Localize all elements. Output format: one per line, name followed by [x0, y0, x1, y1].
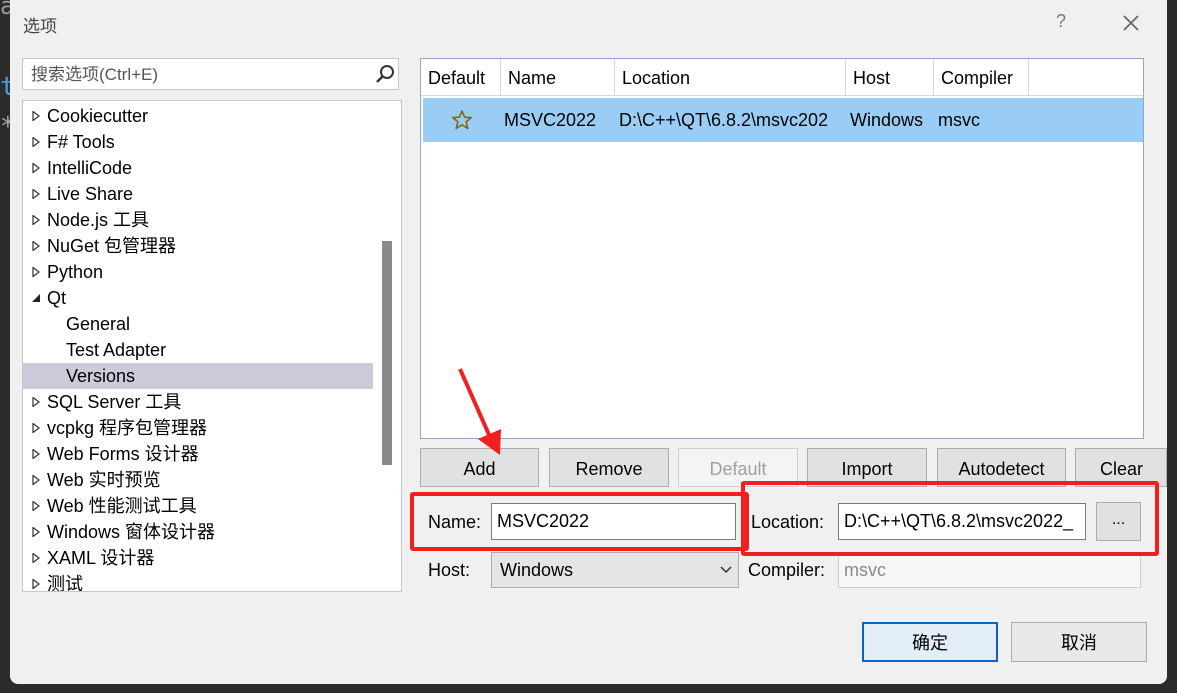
star-icon[interactable]: [451, 109, 473, 131]
cell-host: Windows: [850, 110, 924, 130]
tree-item[interactable]: Versions: [23, 363, 373, 389]
cancel-button[interactable]: 取消: [1011, 622, 1147, 662]
collapsed-arrow-icon[interactable]: [31, 163, 41, 173]
ok-button[interactable]: 确定: [862, 622, 998, 662]
tree-item[interactable]: Windows 窗体设计器: [23, 519, 373, 545]
table-row[interactable]: MSVC2022 D:\C++\QT\6.8.2\msvc202 Windows…: [423, 98, 1143, 142]
collapsed-arrow-icon[interactable]: [31, 189, 41, 199]
tree-item-label: Live Share: [47, 184, 134, 204]
tree-item[interactable]: SQL Server 工具: [23, 389, 373, 415]
tree-item[interactable]: XAML 设计器: [23, 545, 373, 571]
collapsed-arrow-icon[interactable]: [31, 137, 41, 147]
collapsed-arrow-icon[interactable]: [31, 111, 41, 121]
tree-item-label: Windows 窗体设计器: [47, 522, 216, 542]
collapsed-arrow-icon[interactable]: [31, 527, 41, 537]
tree-item[interactable]: Node.js 工具: [23, 207, 373, 233]
tree-item[interactable]: NuGet 包管理器: [23, 233, 373, 259]
help-button[interactable]: ?: [1056, 11, 1066, 32]
tree-item[interactable]: General: [23, 311, 373, 337]
tree-item-label: XAML 设计器: [47, 548, 155, 568]
tree-item-label: NuGet 包管理器: [47, 236, 177, 256]
tree-item[interactable]: Test Adapter: [23, 337, 373, 363]
tree-scrollbar[interactable]: [382, 241, 392, 465]
collapsed-arrow-icon[interactable]: [31, 449, 41, 459]
remove-button[interactable]: Remove: [549, 448, 669, 487]
options-tree: Cookiecutter F# Tools IntelliCode Live Shar…: [22, 100, 402, 592]
tree-item-label: SQL Server 工具: [47, 392, 182, 412]
tree-item-label: Web 性能测试工具: [47, 496, 197, 516]
column-header-host[interactable]: Host: [846, 59, 934, 96]
collapsed-arrow-icon[interactable]: [31, 215, 41, 225]
tree-item-label: F# Tools: [47, 132, 115, 152]
tree-item-label: Node.js 工具: [47, 210, 150, 230]
versions-table: Default Name Location Host Compiler MSVC…: [420, 58, 1144, 439]
tree-item-label: Qt: [47, 288, 67, 308]
search-icon[interactable]: [375, 64, 395, 84]
tree-item[interactable]: Qt: [23, 285, 373, 311]
tree-item-label: Python: [47, 262, 104, 282]
tree-item-label: Versions: [66, 366, 136, 386]
tree-item-label: 测试: [47, 574, 83, 592]
tree-item[interactable]: Live Share: [23, 181, 373, 207]
options-dialog: 选项 ? Cookiecutter F# Tools IntelliCode Live…: [10, 0, 1167, 684]
host-label: Host:: [428, 560, 471, 580]
tree-item[interactable]: Cookiecutter: [23, 103, 373, 129]
tree-item[interactable]: IntelliCode: [23, 155, 373, 181]
collapsed-arrow-icon[interactable]: [31, 397, 41, 407]
annotation-box-name: [410, 492, 749, 551]
column-header-filler: [1029, 59, 1143, 96]
cell-compiler: msvc: [938, 110, 980, 130]
dialog-title: 选项: [23, 17, 57, 36]
close-icon[interactable]: [1118, 13, 1144, 35]
tree-item[interactable]: F# Tools: [23, 129, 373, 155]
tree-item-label: General: [66, 314, 131, 334]
tree-item-label: Cookiecutter: [47, 106, 149, 126]
column-header-name[interactable]: Name: [501, 59, 615, 96]
chevron-down-icon: [720, 566, 732, 574]
collapsed-arrow-icon[interactable]: [31, 267, 41, 277]
tree-item[interactable]: Web 实时预览: [23, 467, 373, 493]
annotation-box-location: [741, 481, 1159, 556]
tree-item[interactable]: 测试: [23, 571, 373, 592]
host-select[interactable]: Windows: [491, 552, 739, 588]
collapsed-arrow-icon[interactable]: [31, 241, 41, 251]
tree-item-label: vcpkg 程序包管理器: [47, 418, 208, 438]
tree-item[interactable]: vcpkg 程序包管理器: [23, 415, 373, 441]
collapsed-arrow-icon[interactable]: [31, 423, 41, 433]
tree-item-label: IntelliCode: [47, 158, 133, 178]
compiler-input[interactable]: [838, 552, 1141, 588]
tree-item[interactable]: Web Forms 设计器: [23, 441, 373, 467]
tree-item-label: Web Forms 设计器: [47, 444, 199, 464]
column-header-default[interactable]: Default: [421, 59, 501, 96]
column-header-location[interactable]: Location: [615, 59, 846, 96]
tree-item[interactable]: Web 性能测试工具: [23, 493, 373, 519]
host-select-value: Windows: [500, 560, 574, 580]
title-bar: 选项 ?: [10, 0, 1167, 46]
cell-location: D:\C++\QT\6.8.2\msvc202: [619, 110, 829, 130]
tree-item[interactable]: Python: [23, 259, 373, 285]
collapsed-arrow-icon[interactable]: [31, 475, 41, 485]
tree-item-label: Web 实时预览: [47, 470, 161, 490]
collapsed-arrow-icon[interactable]: [31, 501, 41, 511]
cell-name: MSVC2022: [504, 110, 597, 130]
column-header-compiler[interactable]: Compiler: [934, 59, 1029, 96]
search-input[interactable]: [29, 61, 363, 89]
collapsed-arrow-icon[interactable]: [31, 553, 41, 563]
expanded-arrow-icon[interactable]: [31, 293, 41, 303]
search-box: [22, 58, 399, 90]
annotation-arrow-icon: [458, 368, 501, 455]
compiler-label: Compiler:: [748, 560, 826, 580]
collapsed-arrow-icon[interactable]: [31, 579, 41, 589]
tree-item-label: Test Adapter: [66, 340, 167, 360]
